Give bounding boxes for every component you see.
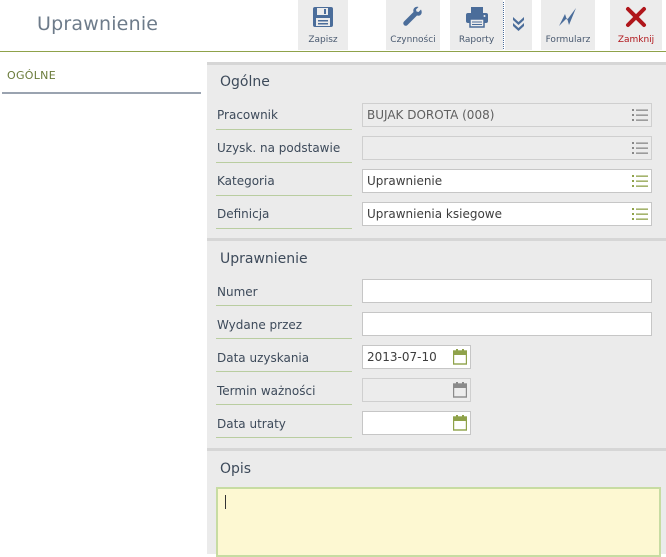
section-description-title: Opis [220, 461, 252, 477]
header-divider [0, 51, 666, 52]
section-description-border [207, 448, 666, 451]
toolbar-separator [503, 2, 504, 49]
window-title: Uprawnienie [37, 13, 159, 35]
definition-label: Definicja [217, 207, 270, 221]
date-obtained-input[interactable]: 2013-07-10 [362, 345, 471, 369]
actions-button-label: Czynności [390, 35, 436, 45]
header-bar: Uprawnienie Zapisz Czynności Raporty For… [0, 0, 666, 52]
employee-label: Pracownik [217, 108, 278, 122]
printer-icon [465, 7, 488, 28]
basis-label-underline [216, 162, 352, 163]
number-label-underline [216, 305, 352, 306]
definition-field-value: Uprawnienia ksiegowe [367, 207, 503, 221]
issued-by-input[interactable] [362, 312, 652, 336]
reports-dropdown-button[interactable] [505, 0, 532, 50]
employee-field[interactable]: BUJAK DOROTA (008) [362, 103, 652, 127]
nav-item-underline [2, 92, 201, 94]
category-field-value: Uprawnienie [367, 174, 443, 188]
section-permission-border [207, 238, 666, 241]
text-caret [225, 495, 226, 509]
wrench-icon [403, 6, 422, 26]
validity-label-underline [216, 404, 352, 405]
close-button-label: Zamknij [617, 35, 655, 45]
save-button-label: Zapisz [308, 35, 338, 45]
employee-label-underline [216, 129, 352, 130]
calendar-icon[interactable] [453, 415, 467, 431]
basis-label: Uzysk. na podstawie [217, 141, 341, 155]
basis-field[interactable] [362, 136, 652, 160]
section-general-border [207, 62, 666, 65]
section-general-title: Ogólne [220, 74, 270, 90]
list-icon[interactable] [632, 108, 648, 122]
list-icon[interactable] [632, 174, 648, 188]
category-label-underline [216, 195, 352, 196]
close-icon [626, 7, 646, 27]
list-icon[interactable] [632, 207, 648, 221]
form-button-label: Formularz [545, 35, 591, 45]
date-obtained-input-value: 2013-07-10 [367, 350, 437, 364]
number-label: Numer [217, 285, 258, 299]
employee-field-value: BUJAK DOROTA (008) [367, 108, 495, 122]
number-input[interactable] [362, 279, 652, 303]
section-permission-title: Uprawnienie [220, 251, 308, 267]
date-lost-label-underline [216, 437, 352, 438]
issued-by-label: Wydane przez [217, 318, 303, 332]
signature-icon [559, 8, 576, 26]
actions-button[interactable]: Czynności [386, 0, 440, 50]
category-label: Kategoria [217, 174, 275, 188]
date-obtained-label: Data uzyskania [217, 351, 310, 365]
calendar-icon[interactable] [453, 382, 467, 398]
definition-label-underline [216, 228, 352, 229]
description-textarea[interactable] [216, 487, 661, 557]
definition-field[interactable]: Uprawnienia ksiegowe [362, 202, 652, 226]
double-chevron-down-icon [513, 17, 524, 31]
date-obtained-label-underline [216, 371, 352, 372]
nav-item-general[interactable]: OGÓLNE [7, 69, 56, 82]
reports-button[interactable]: Raporty [450, 0, 503, 50]
form-button[interactable]: Formularz [541, 0, 595, 50]
save-button[interactable]: Zapisz [298, 0, 348, 50]
close-button[interactable]: Zamknij [610, 0, 662, 50]
reports-button-label: Raporty [458, 35, 495, 45]
date-lost-label: Data utraty [217, 417, 286, 431]
category-field[interactable]: Uprawnienie [362, 169, 652, 193]
date-lost-input[interactable] [362, 411, 471, 435]
floppy-disk-icon [313, 7, 333, 27]
issued-by-label-underline [216, 338, 352, 339]
list-icon[interactable] [632, 141, 648, 155]
calendar-icon[interactable] [453, 349, 467, 365]
validity-input[interactable] [362, 378, 471, 402]
validity-label: Termin ważności [217, 384, 316, 398]
